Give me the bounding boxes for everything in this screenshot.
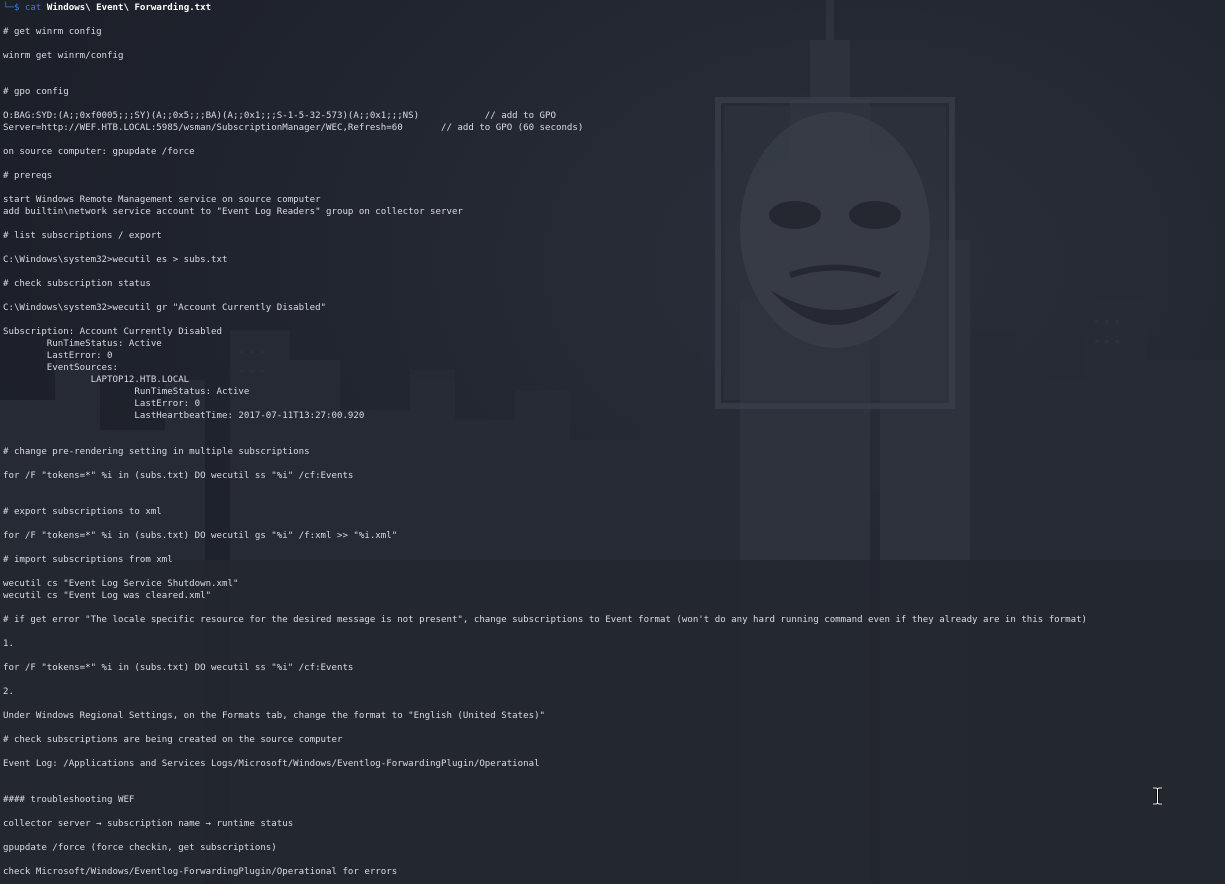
output-line: # check subscription status <box>3 279 151 289</box>
output-line: LastError: 0 <box>3 399 201 409</box>
output-line: # gpo config <box>3 87 69 97</box>
output-line: 1. <box>3 639 14 649</box>
output-line: C:\Windows\system32>wecutil es > subs.tx… <box>3 255 228 265</box>
output-line: Subscription: Account Currently Disabled <box>3 327 222 337</box>
output-line: start Windows Remote Management service … <box>3 195 321 205</box>
output-line: Server=http://WEF.HTB.LOCAL:5985/wsman/S… <box>3 123 584 133</box>
output-line: for /F "tokens=*" %i in (subs.txt) DO we… <box>3 663 354 673</box>
i-beam-cursor-icon <box>1153 787 1162 805</box>
output-line: for /F "tokens=*" %i in (subs.txt) DO we… <box>3 531 398 541</box>
output-line: collector server → subscription name → r… <box>3 819 294 829</box>
prompt-corner: └─ <box>3 3 14 13</box>
output-line: winrm get winrm/config <box>3 51 124 61</box>
output-line: 2. <box>3 687 14 697</box>
output-line: LastHeartbeatTime: 2017-07-11T13:27:00.9… <box>3 411 365 421</box>
output-line: for /F "tokens=*" %i in (subs.txt) DO we… <box>3 471 354 481</box>
output-line: wecutil cs "Event Log Service Shutdown.x… <box>3 579 239 589</box>
output-line: # change pre-rendering setting in multip… <box>3 447 310 457</box>
output-line: # prereqs <box>3 171 53 181</box>
output-line: # if get error "The locale specific reso… <box>3 615 1088 625</box>
output-line: # check subscriptions are being created … <box>3 735 343 745</box>
output-line: wecutil cs "Event Log was cleared.xml" <box>3 591 212 601</box>
output-line: gpupdate /force (force checkin, get subs… <box>3 843 277 853</box>
output-line: LAPTOP12.HTB.LOCAL <box>3 375 190 385</box>
output-line: C:\Windows\system32>wecutil gr "Account … <box>3 303 327 313</box>
output-line: # export subscriptions to xml <box>3 507 162 517</box>
output-line: Under Windows Regional Settings, on the … <box>3 711 546 721</box>
terminal-output: └─$ cat Windows\ Event\ Forwarding.txt #… <box>3 2 1087 878</box>
output-line: EventSources: <box>3 363 118 373</box>
output-line: RunTimeStatus: Active <box>3 339 162 349</box>
output-line: # import subscriptions from xml <box>3 555 173 565</box>
prompt-command: cat <box>24 3 42 13</box>
prompt-argument: Windows\ Event\ Forwarding.txt <box>46 3 212 13</box>
terminal-window[interactable]: └─$ cat Windows\ Event\ Forwarding.txt #… <box>0 0 1225 884</box>
output-line: RunTimeStatus: Active <box>3 387 250 397</box>
output-line: #### troubleshooting WEF <box>3 795 135 805</box>
output-line: O:BAG:SYD:(A;;0xf0005;;;SY)(A;;0x5;;;BA)… <box>3 111 556 121</box>
output-line: check Microsoft/Windows/Eventlog-Forward… <box>3 867 398 877</box>
prompt-symbol: $ <box>13 3 20 13</box>
output-line: # list subscriptions / export <box>3 231 162 241</box>
prompt-line: └─$ cat Windows\ Event\ Forwarding.txt <box>3 2 1087 14</box>
output-line: on source computer: gpupdate /force <box>3 147 195 157</box>
output-line: # get winrm config <box>3 27 102 37</box>
output-line: add builtin\network service account to "… <box>3 207 463 217</box>
output-line: LastError: 0 <box>3 351 113 361</box>
output-line: Event Log: /Applications and Services Lo… <box>3 759 540 769</box>
